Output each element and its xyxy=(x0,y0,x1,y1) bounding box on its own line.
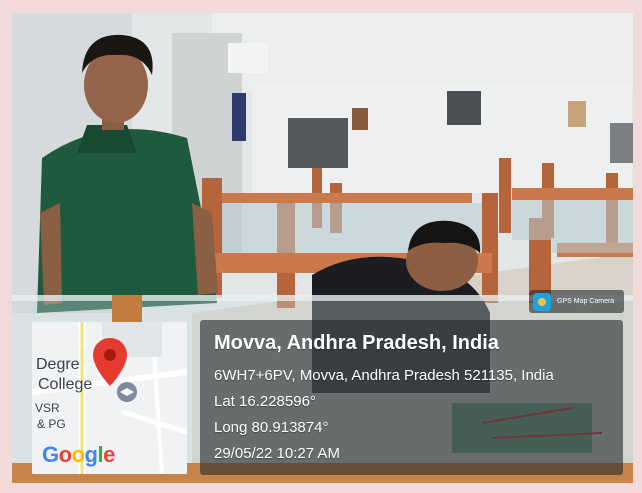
location-address: 6WH7+6PV, Movva, Andhra Pradesh 521135, … xyxy=(214,367,554,384)
location-datetime: 29/05/22 10:27 AM xyxy=(214,445,340,462)
gps-map-camera-icon xyxy=(533,292,551,311)
badge-label: GPS Map Camera xyxy=(557,298,615,305)
location-pin-icon xyxy=(93,338,127,386)
location-longitude: Long 80.913874° xyxy=(214,419,329,436)
location-latitude: Lat 16.228596° xyxy=(214,393,316,410)
map-label-4: & PG xyxy=(37,417,66,431)
map-label-2: College xyxy=(38,376,93,393)
photo-frame: Degre College VSR & PG Google GPS Map Ca… xyxy=(12,13,633,483)
google-logo: Google xyxy=(42,442,115,467)
map-thumbnail[interactable]: Degre College VSR & PG Google xyxy=(32,322,187,474)
location-info-panel: Movva, Andhra Pradesh, India 6WH7+6PV, M… xyxy=(200,320,623,475)
map-label-3: VSR xyxy=(35,401,60,415)
map-label-1: Degre xyxy=(36,356,80,373)
gps-map-camera-badge: GPS Map Camera xyxy=(529,290,624,313)
location-title: Movva, Andhra Pradesh, India xyxy=(214,332,499,354)
